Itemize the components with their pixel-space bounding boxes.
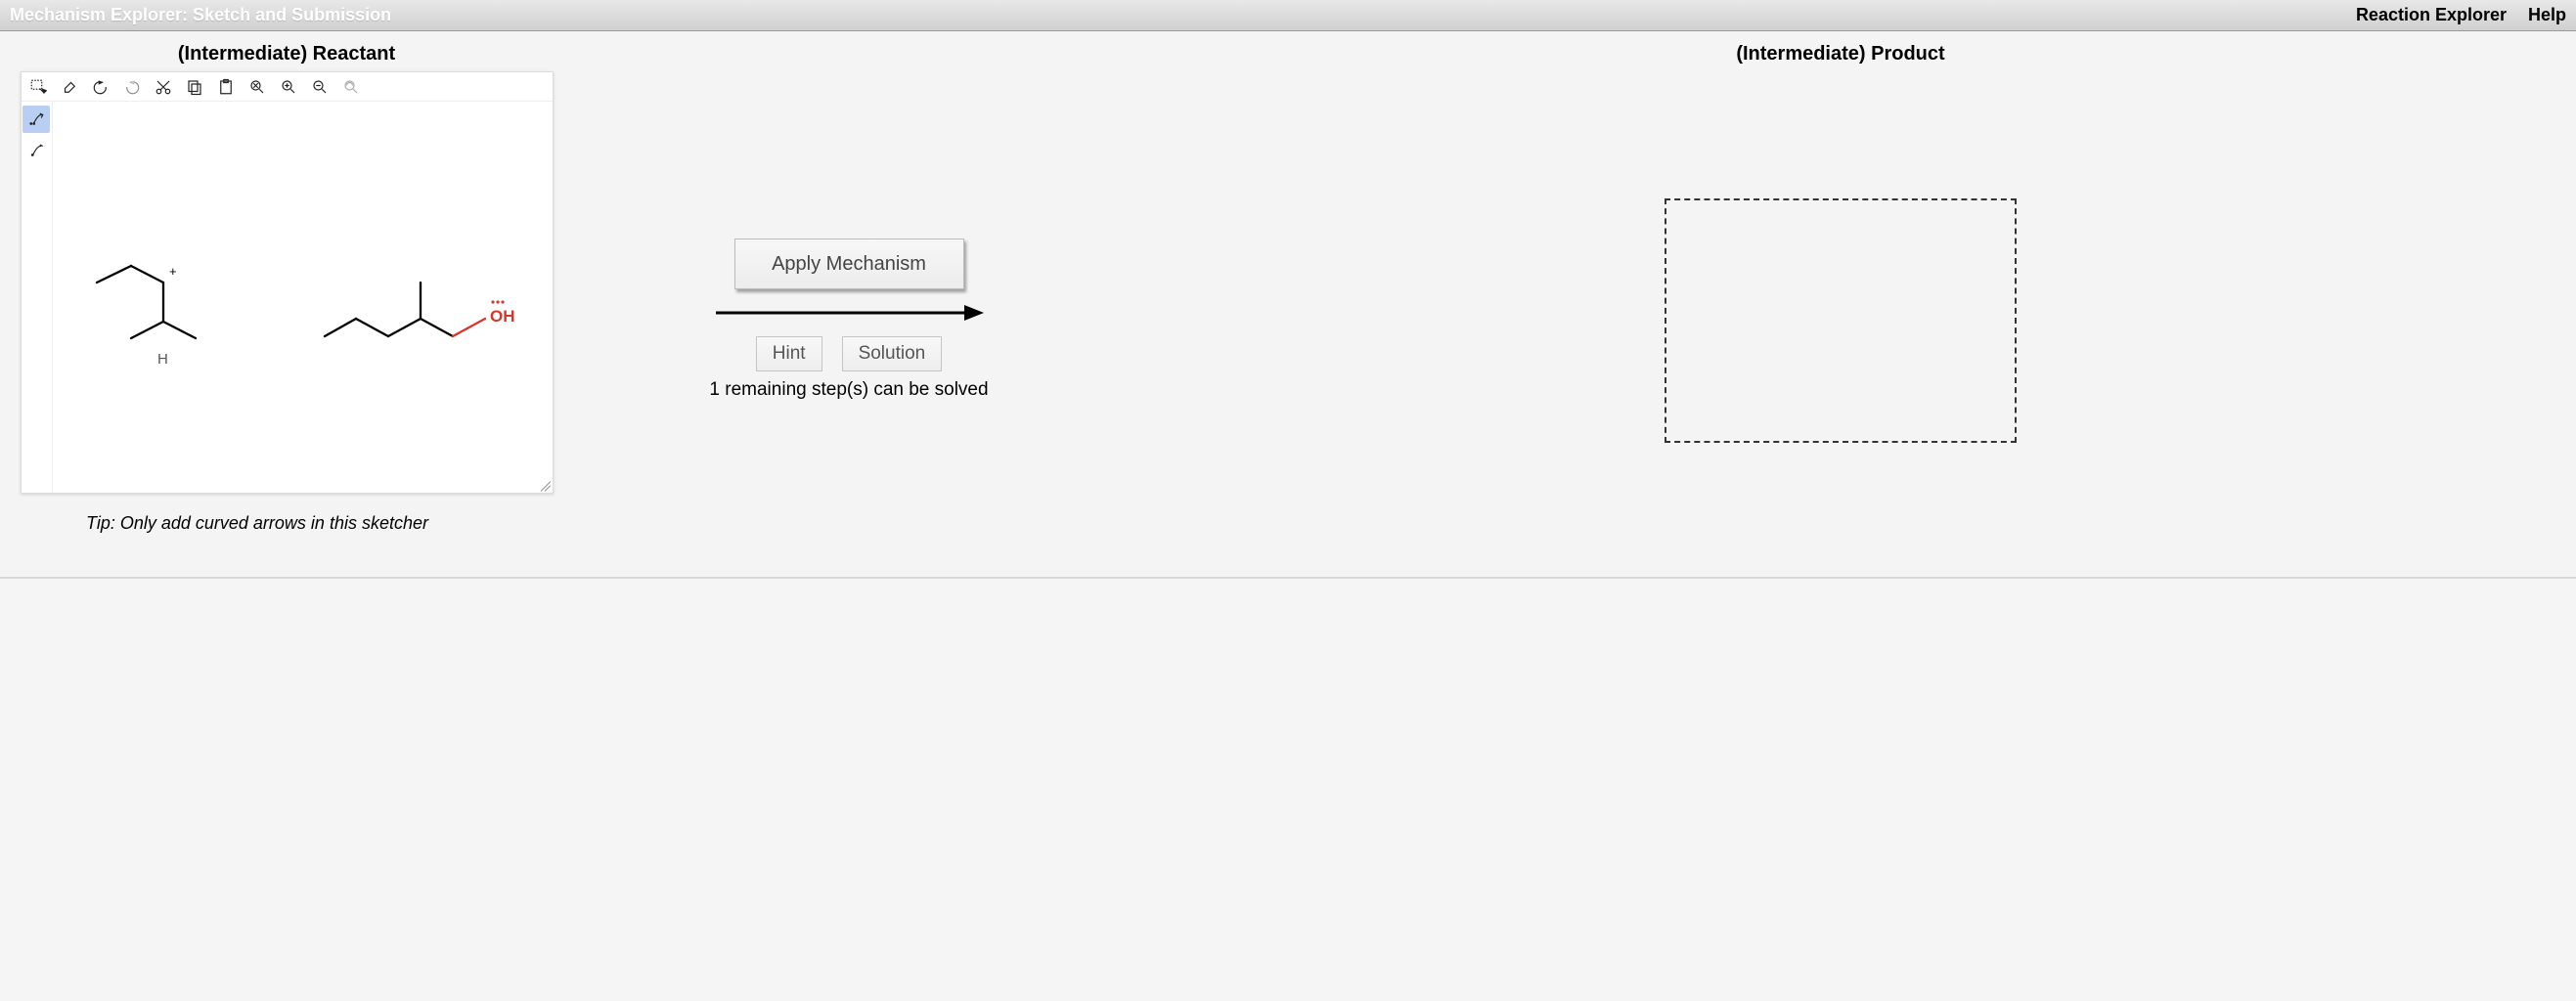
sketcher-canvas[interactable]: + H [53, 102, 552, 493]
sketcher-body: + H [22, 102, 553, 493]
product-heading: (Intermediate) Product [1736, 43, 1944, 65]
remaining-steps-text: 1 remaining step(s) can be solved [709, 379, 988, 401]
reactant-column: (Intermediate) Reactant [8, 43, 565, 534]
hydrogen-label: H [157, 351, 168, 368]
oh-lone-pairs [491, 300, 504, 303]
page-title: Mechanism Explorer: Sketch and Submissio… [10, 5, 391, 25]
reaction-explorer-link[interactable]: Reaction Explorer [2356, 5, 2507, 25]
header-bar: Mechanism Explorer: Sketch and Submissio… [0, 0, 2576, 31]
sketcher-toolbar-top [22, 72, 553, 102]
resize-handle[interactable] [537, 477, 551, 491]
help-link[interactable]: Help [2528, 5, 2566, 25]
curved-arrow-double-icon[interactable] [22, 106, 50, 133]
copy-icon[interactable] [182, 75, 207, 99]
apply-mechanism-button[interactable]: Apply Mechanism [734, 239, 964, 289]
erase-icon[interactable] [57, 75, 82, 99]
sketcher-toolbar-left [22, 102, 53, 493]
paste-icon[interactable] [213, 75, 239, 99]
product-dropzone[interactable] [1665, 198, 2017, 443]
tip-text: Tip: Only add curved arrows in this sket… [8, 513, 428, 534]
middle-column: Apply Mechanism Hint Solution 1 remainin… [644, 239, 1054, 401]
carbocation-plus-label: + [169, 264, 177, 279]
zoom-in-icon[interactable] [276, 75, 301, 99]
hint-solution-row: Hint Solution [756, 336, 942, 371]
oh-label: OH [490, 307, 515, 326]
undo-icon[interactable] [88, 75, 113, 99]
reactant-heading: (Intermediate) Reactant [178, 43, 395, 65]
solution-button[interactable]: Solution [842, 336, 943, 371]
zoom-out-icon[interactable] [307, 75, 333, 99]
oh-bond [453, 319, 485, 336]
sketcher-panel: + H [21, 71, 554, 494]
curved-arrow-single-icon[interactable] [22, 137, 50, 164]
redo-icon[interactable] [119, 75, 145, 99]
zoom-fit-icon[interactable] [338, 75, 364, 99]
product-column: (Intermediate) Product [1113, 43, 2568, 443]
hint-button[interactable]: Hint [756, 336, 822, 371]
main-area: (Intermediate) Reactant [0, 31, 2576, 579]
marquee-select-icon[interactable] [25, 75, 51, 99]
reaction-arrow-icon [712, 299, 986, 326]
cut-icon[interactable] [151, 75, 176, 99]
zoom-reset-icon[interactable] [244, 75, 270, 99]
